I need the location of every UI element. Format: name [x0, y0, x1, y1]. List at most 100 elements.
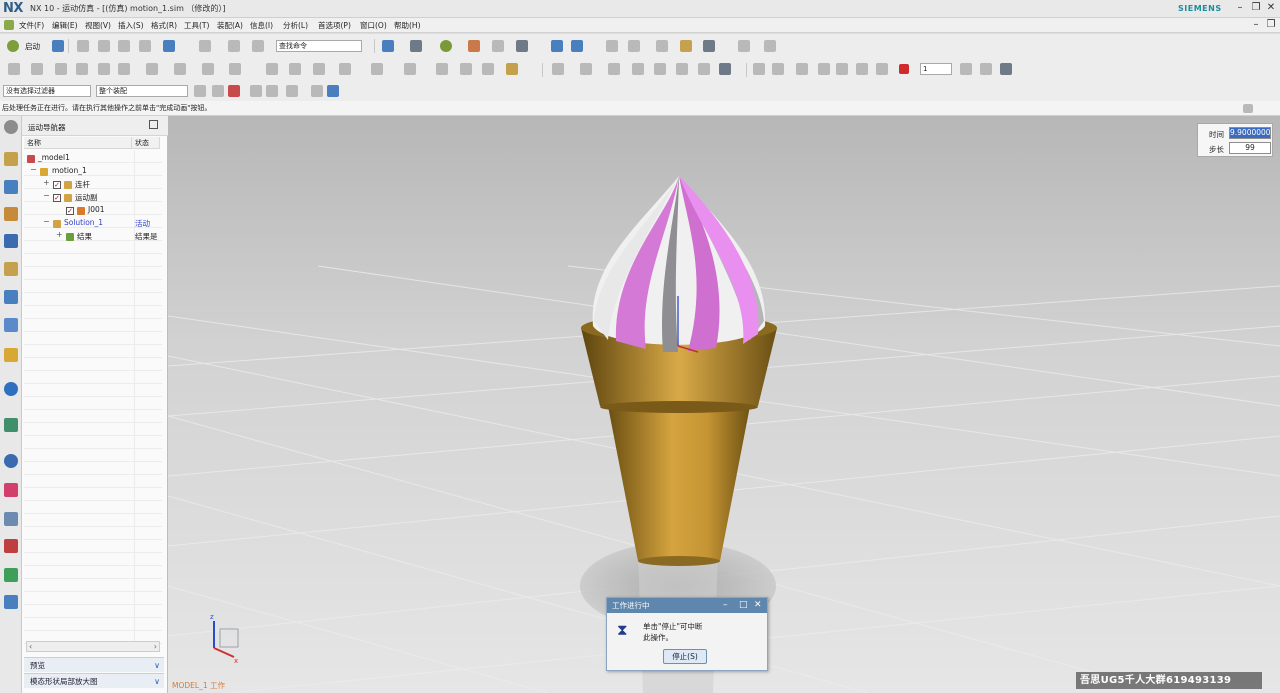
solve-icon[interactable] — [371, 63, 383, 75]
loop-icon[interactable] — [876, 63, 888, 75]
pause-icon[interactable] — [856, 63, 868, 75]
select-edges-icon[interactable] — [266, 85, 278, 97]
marker-icon[interactable] — [229, 63, 241, 75]
command-finder-icon[interactable] — [228, 40, 240, 52]
menu-file[interactable]: 文件(F) — [19, 20, 44, 31]
tree-item-solution[interactable]: Solution_1 — [64, 218, 103, 227]
finish-animation-icon[interactable] — [1000, 63, 1012, 75]
play-icon[interactable] — [796, 63, 808, 75]
cue-options-icon[interactable] — [1243, 104, 1253, 113]
stop-button[interactable]: 停止(S) — [663, 649, 707, 664]
dialog-maximize-icon[interactable]: □ — [739, 598, 748, 613]
doc-minimize-icon[interactable]: – — [1250, 18, 1262, 32]
joint-icon[interactable] — [31, 63, 43, 75]
contact-icon[interactable] — [146, 63, 158, 75]
export-icon[interactable] — [608, 63, 620, 75]
snap-icon[interactable] — [628, 40, 640, 52]
assembly-scope-select[interactable]: 整个装配 — [96, 85, 188, 97]
rewind-icon[interactable] — [753, 63, 765, 75]
dimension-icon[interactable] — [764, 40, 776, 52]
grid-icon[interactable] — [738, 40, 750, 52]
load-transfer-icon[interactable] — [654, 63, 666, 75]
menu-preferences[interactable]: 首选项(P) — [318, 20, 351, 31]
settings-gear-icon[interactable] — [4, 120, 18, 134]
process-studio-tab-icon[interactable] — [4, 418, 18, 432]
tree-item-motion[interactable]: motion_1 — [52, 166, 87, 175]
start-icon[interactable] — [7, 40, 19, 52]
menu-window[interactable]: 窗口(O) — [360, 20, 387, 31]
manufacturing-tab-icon[interactable] — [4, 568, 18, 582]
explode-icon[interactable] — [482, 63, 494, 75]
interference-icon[interactable] — [436, 63, 448, 75]
function-icon[interactable] — [55, 63, 67, 75]
navigator-hscroll[interactable]: ‹ › — [26, 641, 160, 652]
time-field[interactable]: 9.9000000 — [1229, 127, 1271, 139]
joints-checkbox[interactable]: ✓ — [53, 194, 61, 202]
cube-icon[interactable] — [327, 85, 339, 97]
document-tab-icon[interactable] — [4, 595, 18, 609]
sensor-icon[interactable] — [266, 63, 278, 75]
restore-icon[interactable]: ❐ — [1250, 1, 1262, 15]
menu-format[interactable]: 格式(R) — [151, 20, 177, 31]
menu-view[interactable]: 视图(V) — [85, 20, 111, 31]
roles-tab-icon[interactable] — [4, 512, 18, 526]
collapse-motion-icon[interactable]: − — [30, 165, 37, 174]
show-hide-icon[interactable] — [311, 85, 323, 97]
general-select-icon[interactable] — [194, 85, 206, 97]
fit-view-icon[interactable] — [382, 40, 394, 52]
dialog-minimize-icon[interactable]: – — [723, 598, 728, 613]
accordion-preview[interactable]: 预览 ∨ — [24, 657, 164, 672]
constraint-navigator-tab-icon[interactable] — [4, 207, 18, 221]
info-tab-icon[interactable] — [4, 382, 18, 396]
palette-tab-icon[interactable] — [4, 483, 18, 497]
solver-icon[interactable] — [313, 63, 325, 75]
layer-icon[interactable] — [551, 40, 563, 52]
column-header-status[interactable]: 状态 — [132, 137, 160, 149]
step-select[interactable]: 1 — [920, 63, 952, 75]
tree-item-model[interactable]: _model1 — [38, 153, 70, 162]
select-faces-icon[interactable] — [250, 85, 262, 97]
motion-navigator-tab-icon[interactable] — [4, 152, 18, 166]
start-menu-icon[interactable] — [4, 20, 14, 30]
spring-icon[interactable] — [76, 63, 88, 75]
capture-icon[interactable] — [698, 63, 710, 75]
scroll-right-icon[interactable]: › — [154, 642, 157, 651]
rectangle-select-icon[interactable] — [286, 85, 298, 97]
scroll-left-icon[interactable]: ‹ — [29, 642, 32, 651]
system-scenes-tab-icon[interactable] — [4, 539, 18, 553]
force-icon[interactable] — [174, 63, 186, 75]
solution-icon[interactable] — [339, 63, 351, 75]
close-icon[interactable]: ✕ — [1265, 1, 1277, 15]
edge-display-icon[interactable] — [468, 40, 480, 52]
clock-tab-icon[interactable] — [4, 454, 18, 468]
delete-icon[interactable] — [139, 40, 151, 52]
trace-icon[interactable] — [460, 63, 472, 75]
links-checkbox[interactable]: ✓ — [53, 181, 61, 189]
dialog-close-icon[interactable]: ✕ — [754, 598, 762, 613]
accordion-mode-shape[interactable]: 模态形状局部放大图 ∨ — [24, 673, 164, 688]
menu-analysis[interactable]: 分析(L) — [283, 20, 308, 31]
graph-icon[interactable] — [404, 63, 416, 75]
maximize-panel-icon[interactable] — [149, 120, 158, 129]
animation-icon[interactable] — [506, 63, 518, 75]
web-browser-tab-icon[interactable] — [4, 318, 18, 332]
tree-item-links[interactable]: 连杆 — [75, 179, 90, 190]
visibility-icon[interactable] — [571, 40, 583, 52]
tree-item-results[interactable]: 结果 — [77, 231, 92, 242]
playback-mode-icon[interactable] — [960, 63, 972, 75]
select-all-icon[interactable] — [212, 85, 224, 97]
step-forward-icon[interactable] — [818, 63, 830, 75]
fast-forward-icon[interactable] — [836, 63, 848, 75]
background-icon[interactable] — [516, 40, 528, 52]
search-input[interactable]: 查找命令 — [276, 40, 362, 52]
torque-icon[interactable] — [202, 63, 214, 75]
link-icon[interactable] — [8, 63, 20, 75]
step-field[interactable]: 99 — [1229, 142, 1271, 154]
undo-icon[interactable] — [163, 40, 175, 52]
damper-icon[interactable] — [98, 63, 110, 75]
menu-insert[interactable]: 插入(S) — [118, 20, 144, 31]
section-icon[interactable] — [492, 40, 504, 52]
tree-item-j001[interactable]: J001 — [88, 205, 105, 214]
motion-icon[interactable] — [703, 40, 715, 52]
expand-results-icon[interactable]: + — [56, 230, 63, 239]
